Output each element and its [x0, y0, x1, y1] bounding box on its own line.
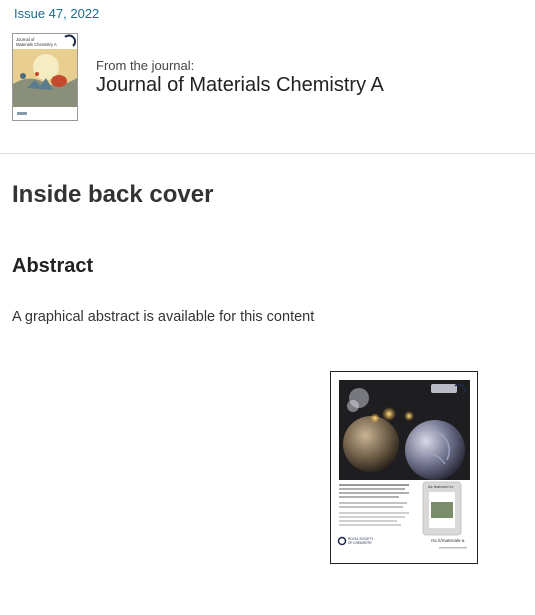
thumb-title-line2: Materials Chemistry A [16, 42, 57, 47]
section-divider [0, 153, 535, 154]
issue-link[interactable]: Issue 47, 2022 [14, 6, 99, 21]
featured-label: As featured in: [428, 484, 454, 489]
article-type-heading: Inside back cover [12, 181, 214, 208]
journal-url-text: rsc.li/materials-a [431, 538, 465, 543]
graphical-abstract-art: As featured in: ROYAL SOCIETY OF CHEMIST… [331, 372, 477, 563]
graphical-abstract-image[interactable]: As featured in: ROYAL SOCIETY OF CHEMIST… [330, 371, 478, 564]
abstract-heading: Abstract [12, 255, 94, 277]
rsc-logo-line2: OF CHEMISTRY [348, 541, 373, 545]
journal-cover-thumbnail[interactable]: Journal of Materials Chemistry A [12, 33, 78, 121]
from-journal-label: From the journal: [96, 58, 195, 73]
journal-cover-image: Journal of Materials Chemistry A [13, 34, 77, 120]
abstract-text: A graphical abstract is available for th… [12, 309, 315, 325]
journal-title-link[interactable]: Journal of Materials Chemistry A [96, 74, 384, 97]
